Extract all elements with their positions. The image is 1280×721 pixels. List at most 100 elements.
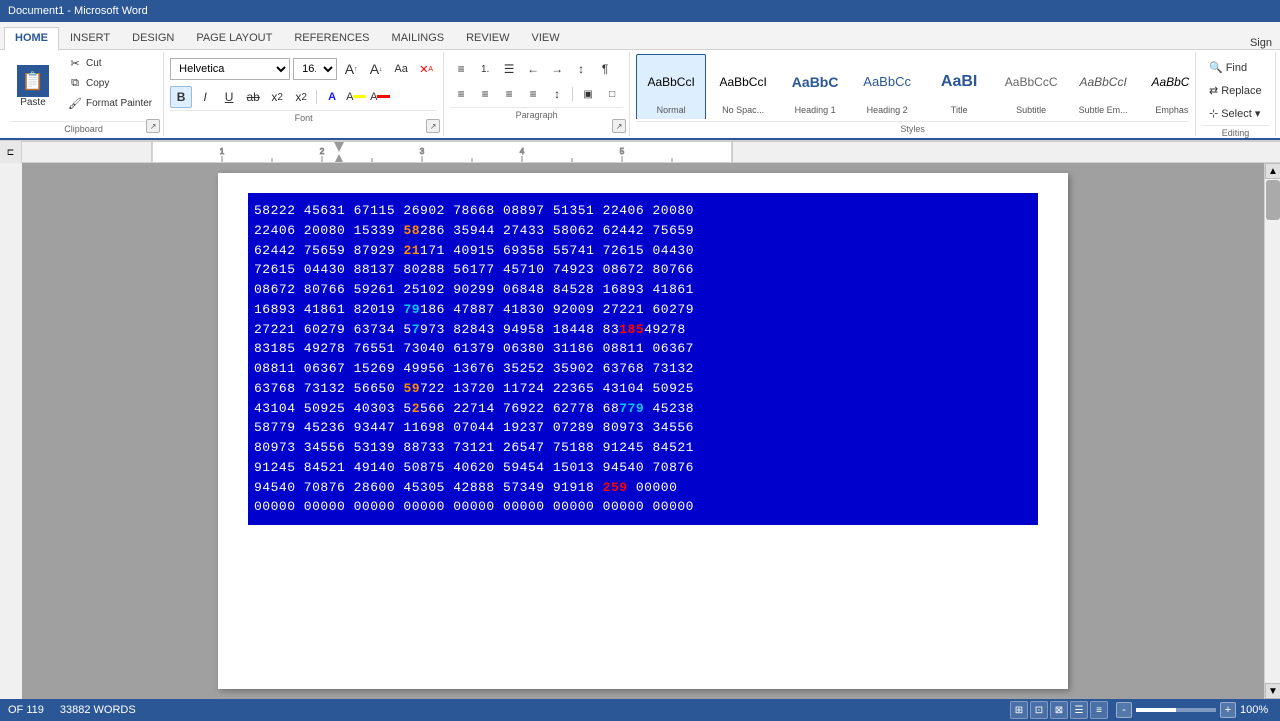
underline-button[interactable]: U bbox=[218, 86, 240, 108]
zoom-in-button[interactable]: + bbox=[1220, 702, 1236, 718]
bullets-button[interactable]: ≡ bbox=[450, 58, 472, 80]
style-title[interactable]: AaBI Title bbox=[924, 54, 994, 119]
tab-design[interactable]: DESIGN bbox=[121, 27, 185, 49]
line-15: 94540 70876 28600 45305 42888 57349 9191… bbox=[254, 478, 1032, 498]
multilevel-list-button[interactable]: ☰ bbox=[498, 58, 520, 80]
style-heading1[interactable]: AaBbC Heading 1 bbox=[780, 54, 850, 119]
tab-mailings[interactable]: MAILINGS bbox=[381, 27, 456, 49]
copy-button[interactable]: ⧉ Copy bbox=[62, 74, 157, 92]
tab-page-layout[interactable]: PAGE LAYOUT bbox=[185, 27, 283, 49]
highlight-21: 21 bbox=[403, 243, 420, 258]
document-content[interactable]: 58222 45631 67115 26902 78668 08897 5135… bbox=[22, 163, 1264, 699]
style-emphasis[interactable]: AaBbCcI Emphasis bbox=[1140, 54, 1189, 119]
style-subtitle[interactable]: AaBbCcC Subtitle bbox=[996, 54, 1066, 119]
style-heading2[interactable]: AaBbCc Heading 2 bbox=[852, 54, 922, 119]
text-effect-button[interactable]: A bbox=[321, 86, 343, 108]
tab-references[interactable]: REFERENCES bbox=[283, 27, 380, 49]
show-marks-button[interactable]: ¶ bbox=[594, 58, 616, 80]
scroll-up-button[interactable]: ▲ bbox=[1265, 163, 1280, 179]
decrease-font-size-button[interactable]: A↓ bbox=[365, 58, 387, 80]
tab-review[interactable]: REVIEW bbox=[455, 27, 520, 49]
ruler-corner[interactable]: ⊏ bbox=[0, 141, 22, 163]
italic-button[interactable]: I bbox=[194, 86, 216, 108]
increase-font-size-button[interactable]: A↑ bbox=[340, 58, 362, 80]
style-heading2-preview: AaBbCc bbox=[863, 59, 911, 105]
copy-label: Copy bbox=[86, 78, 109, 89]
status-right: ⊞ ⊡ ⊠ ☰ ≡ - + 100% bbox=[1010, 701, 1272, 719]
style-normal[interactable]: AaBbCcI Normal bbox=[636, 54, 706, 119]
print-layout-icon[interactable]: ⊞ bbox=[1010, 701, 1028, 719]
tab-home[interactable]: HOME bbox=[4, 27, 59, 50]
scroll-down-button[interactable]: ▼ bbox=[1265, 683, 1280, 699]
decrease-indent-button[interactable]: ← bbox=[522, 58, 544, 80]
numbering-button[interactable]: 1. bbox=[474, 58, 496, 80]
zoom-controls: - + 100% bbox=[1116, 702, 1272, 718]
tab-insert[interactable]: INSERT bbox=[59, 27, 121, 49]
increase-indent-button[interactable]: → bbox=[546, 58, 568, 80]
sort-button[interactable]: ↕ bbox=[570, 58, 592, 80]
align-center-button[interactable]: ≡ bbox=[474, 83, 496, 105]
editing-group: 🔍 Find ⇄ Replace ⊹ Select ▾ Editing bbox=[1196, 52, 1276, 136]
font-dialog-launcher[interactable]: ↗ bbox=[426, 119, 440, 133]
select-button[interactable]: ⊹ Select ▾ bbox=[1202, 104, 1269, 123]
svg-text:4: 4 bbox=[520, 147, 525, 156]
zoom-slider[interactable] bbox=[1136, 708, 1216, 712]
scroll-thumb[interactable] bbox=[1266, 180, 1280, 220]
vertical-scrollbar[interactable]: ▲ ▼ bbox=[1264, 163, 1280, 699]
full-reading-icon[interactable]: ⊡ bbox=[1030, 701, 1048, 719]
highlight-2: 2 bbox=[412, 401, 420, 416]
subscript-button[interactable]: x2 bbox=[266, 86, 288, 108]
line-16: 00000 00000 00000 00000 00000 00000 0000… bbox=[254, 497, 1032, 517]
draft-view-icon[interactable]: ≡ bbox=[1090, 701, 1108, 719]
bold-button[interactable]: B bbox=[170, 86, 192, 108]
highlight-58: 58 bbox=[403, 223, 420, 238]
text-color-button[interactable]: A bbox=[369, 86, 391, 108]
ribbon-tabs: HOME INSERT DESIGN PAGE LAYOUT REFERENCE… bbox=[0, 22, 1280, 50]
change-case-button[interactable]: Aa bbox=[390, 58, 412, 80]
line-8: 83185 49278 76551 73040 61379 06380 3118… bbox=[254, 339, 1032, 359]
font-size-select[interactable]: 16.5 bbox=[293, 58, 337, 80]
clipboard-small-buttons: ✂ Cut ⧉ Copy 🖌 Format Painter bbox=[62, 54, 157, 119]
cut-label: Cut bbox=[86, 58, 102, 69]
ribbon-content: 📋 Paste ✂ Cut ⧉ Copy 🖌 Format Painter bbox=[0, 50, 1280, 140]
strikethrough-button[interactable]: ab bbox=[242, 86, 264, 108]
web-layout-icon[interactable]: ⊠ bbox=[1050, 701, 1068, 719]
tab-view[interactable]: VIEW bbox=[521, 27, 571, 49]
select-icon: ⊹ bbox=[1209, 107, 1218, 120]
text-highlight-button[interactable]: A bbox=[345, 86, 367, 108]
scroll-track[interactable] bbox=[1265, 179, 1280, 683]
line-9: 08811 06367 15269 49956 13676 35252 3590… bbox=[254, 359, 1032, 379]
font-family-select[interactable]: Helvetica bbox=[170, 58, 290, 80]
paragraph-dialog-launcher[interactable]: ↗ bbox=[612, 119, 626, 133]
style-title-label: Title bbox=[951, 105, 968, 115]
line-spacing-button[interactable]: ↕ bbox=[546, 83, 568, 105]
find-button[interactable]: 🔍 Find bbox=[1202, 58, 1269, 77]
line-11: 43104 50925 40303 52566 22714 76922 6277… bbox=[254, 399, 1032, 419]
outline-view-icon[interactable]: ☰ bbox=[1070, 701, 1088, 719]
cut-button[interactable]: ✂ Cut bbox=[62, 54, 157, 72]
clipboard-dialog-launcher[interactable]: ↗ bbox=[146, 119, 160, 133]
align-right-button[interactable]: ≡ bbox=[498, 83, 520, 105]
document-area: 58222 45631 67115 26902 78668 08897 5135… bbox=[0, 163, 1280, 699]
superscript-button[interactable]: x2 bbox=[290, 86, 312, 108]
line-1: 58222 45631 67115 26902 78668 08897 5135… bbox=[254, 201, 1032, 221]
horizontal-ruler: 1 2 3 4 5 bbox=[22, 141, 1280, 162]
select-label: Select ▾ bbox=[1221, 107, 1260, 120]
clear-format-button[interactable]: ✕A bbox=[415, 58, 437, 80]
style-subtle-emphasis[interactable]: AaBbCcI Subtle Em... bbox=[1068, 54, 1138, 119]
replace-button[interactable]: ⇄ Replace bbox=[1202, 81, 1269, 100]
align-left-button[interactable]: ≡ bbox=[450, 83, 472, 105]
borders-button[interactable]: □ bbox=[601, 83, 623, 105]
line-3: 62442 75659 87929 21171 40915 69358 5574… bbox=[254, 241, 1032, 261]
view-icons: ⊞ ⊡ ⊠ ☰ ≡ bbox=[1010, 701, 1108, 719]
scissors-icon: ✂ bbox=[67, 56, 83, 70]
justify-button[interactable]: ≡ bbox=[522, 83, 544, 105]
format-painter-button[interactable]: 🖌 Format Painter bbox=[62, 94, 157, 112]
find-icon: 🔍 bbox=[1209, 61, 1223, 74]
style-title-preview: AaBI bbox=[941, 59, 977, 105]
style-no-spacing[interactable]: AaBbCcI No Spac... bbox=[708, 54, 778, 119]
highlight-259: 259 bbox=[603, 480, 628, 495]
zoom-out-button[interactable]: - bbox=[1116, 702, 1132, 718]
paste-button[interactable]: 📋 Paste bbox=[10, 54, 56, 119]
shading-button[interactable]: ▣ bbox=[577, 83, 599, 105]
